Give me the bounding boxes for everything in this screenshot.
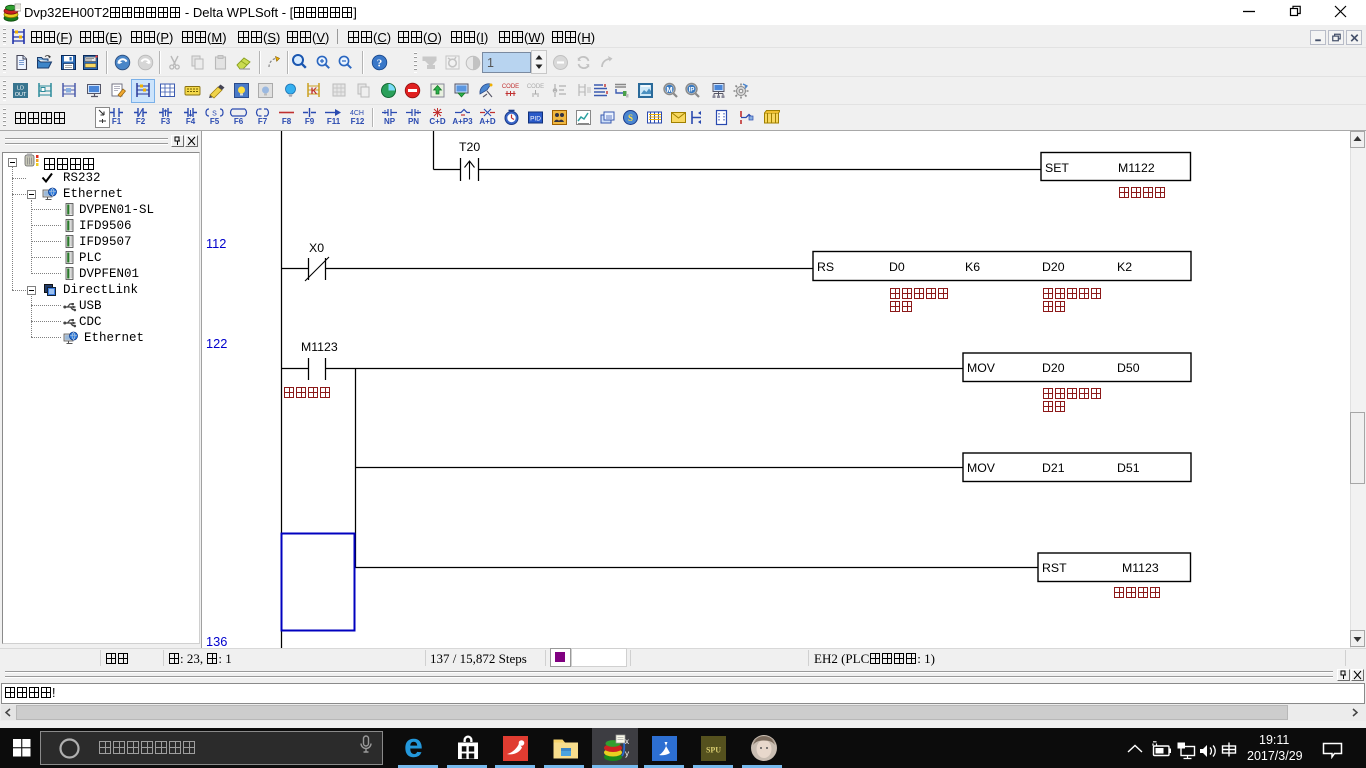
svg-text:122: 122 [206, 336, 227, 351]
svg-text:D0: D0 [889, 260, 905, 274]
svg-text:4CH: 4CH [350, 110, 364, 117]
svg-text:SET: SET [1045, 161, 1069, 175]
svg-text:D20: D20 [1042, 361, 1065, 375]
svg-text:?: ? [377, 58, 383, 70]
svg-text:M1123: M1123 [301, 340, 338, 354]
svg-text:MOV: MOV [967, 361, 996, 375]
svg-text:RS: RS [817, 260, 834, 274]
svg-text:OUT: OUT [15, 92, 27, 98]
svg-text:LD: LD [17, 86, 24, 92]
svg-text:M1123: M1123 [1122, 561, 1159, 575]
svg-text:M: M [666, 85, 672, 94]
svg-text:136: 136 [206, 634, 227, 648]
svg-text:D20: D20 [1042, 260, 1065, 274]
svg-text:T20: T20 [459, 140, 480, 154]
svg-text:K6: K6 [965, 260, 980, 274]
svg-text:X0: X0 [309, 241, 324, 255]
svg-text:PID: PID [530, 116, 541, 123]
svg-text:MOV: MOV [967, 461, 996, 475]
svg-text:D21: D21 [1042, 461, 1065, 475]
svg-text:CODE: CODE [502, 84, 519, 90]
svg-text:SPU: SPU [706, 746, 721, 755]
svg-text:x: x [625, 737, 629, 746]
svg-text:112: 112 [206, 236, 226, 251]
svg-text:IP: IP [689, 88, 695, 94]
svg-text:M1122: M1122 [1118, 161, 1155, 175]
svg-text:K2: K2 [1117, 260, 1132, 274]
svg-text:y: y [625, 749, 629, 758]
svg-text:S: S [628, 113, 633, 123]
svg-text:D51: D51 [1117, 461, 1140, 475]
svg-text:RST: RST [1042, 561, 1067, 575]
svg-text:CODE: CODE [527, 84, 544, 90]
svg-text:D50: D50 [1117, 361, 1140, 375]
svg-text:K: K [311, 86, 318, 96]
